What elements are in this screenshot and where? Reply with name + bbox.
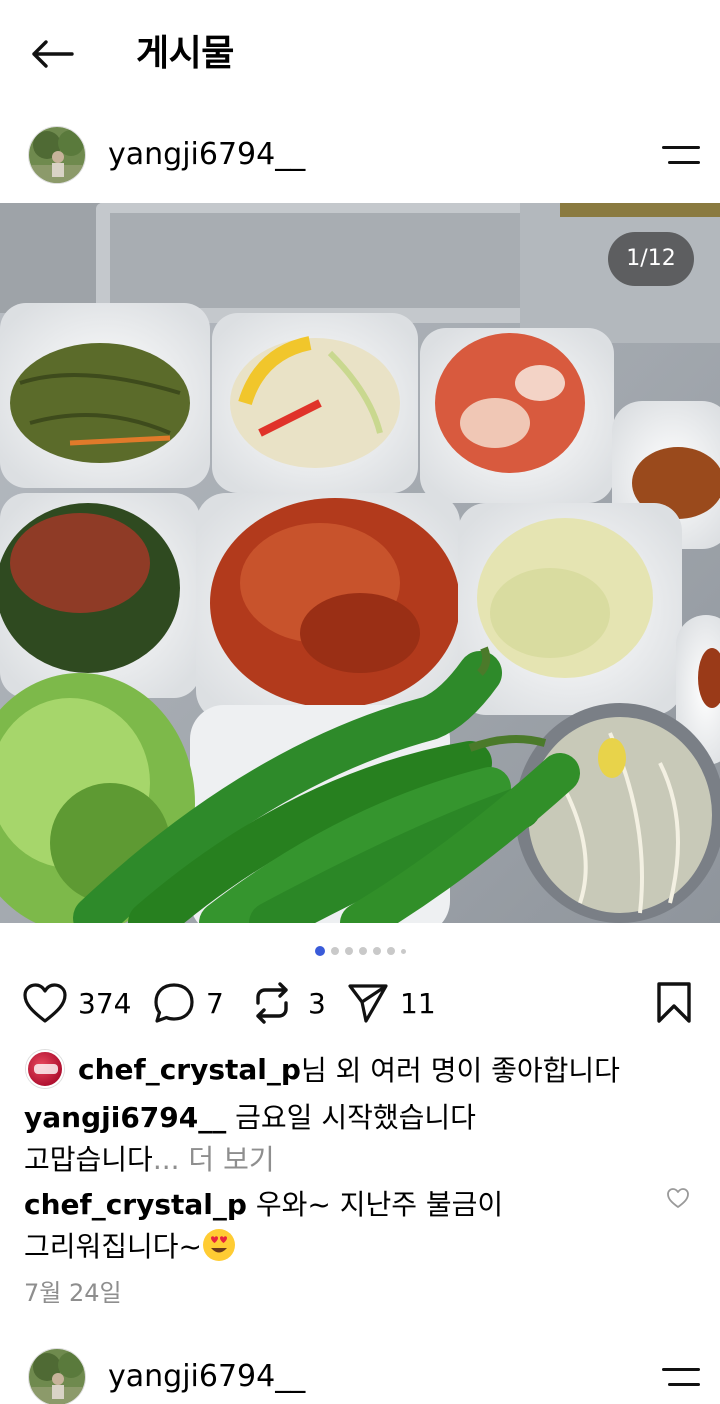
page-title: 게시물	[136, 33, 234, 74]
carousel-dot	[330, 947, 339, 955]
liker-avatar	[26, 1050, 64, 1088]
carousel-dot	[386, 947, 395, 955]
carousel-dot	[344, 947, 353, 955]
image-counter-badge: 1/12	[608, 232, 694, 286]
repost-count: 3	[308, 986, 326, 1020]
comment-icon	[154, 983, 194, 1023]
caption-username[interactable]: yangji6794__	[24, 1101, 226, 1134]
action-bar: 374 7 3 11	[0, 975, 720, 1031]
more-menu-button[interactable]	[656, 135, 700, 175]
menu-icon-line	[668, 161, 700, 164]
carousel-dot	[358, 947, 367, 955]
food-photo	[0, 203, 720, 923]
menu-icon-line	[668, 1383, 700, 1386]
next-post-header: yangji6794__	[0, 1329, 720, 1404]
liked-by-summary[interactable]: chef_crystal_p 님 외 여러 명이 좋아합니다	[26, 1047, 620, 1091]
post-image[interactable]: 1/12	[0, 203, 720, 923]
see-more-link[interactable]: 더 보기	[180, 1143, 274, 1176]
comment-preview[interactable]: chef_crystal_p 우와~ 지난주 불금이 그리워집니다~	[24, 1184, 624, 1268]
post-date: 7월 24일	[24, 1279, 122, 1307]
repost-icon	[256, 982, 288, 1024]
carousel-dot-active	[314, 946, 325, 956]
share-button[interactable]: 11	[346, 979, 436, 1027]
caption-ellipsis: ...	[152, 1143, 180, 1176]
avatar[interactable]	[28, 1348, 86, 1404]
comment-like-heart-icon[interactable]	[666, 1187, 690, 1209]
send-icon	[348, 984, 388, 1023]
post-header: yangji6794__	[0, 107, 720, 203]
liker-username[interactable]: chef_crystal_p	[78, 1053, 301, 1086]
bookmark-icon	[657, 982, 691, 1023]
share-count: 11	[400, 986, 436, 1020]
save-button[interactable]	[654, 981, 694, 1025]
comment-line-2: 그리워집니다~	[24, 1230, 203, 1263]
like-count: 374	[78, 986, 132, 1020]
carousel-dot	[372, 947, 381, 955]
comment-username[interactable]: chef_crystal_p	[24, 1188, 247, 1221]
repost-button[interactable]: 3	[252, 979, 326, 1027]
carousel-dot	[400, 948, 406, 954]
carousel-indicator	[0, 944, 720, 958]
menu-icon-line	[662, 146, 700, 149]
comment-line-1: 우와~ 지난주 불금이	[246, 1188, 504, 1221]
like-button[interactable]: 374	[22, 979, 131, 1027]
comment-count: 7	[206, 986, 224, 1020]
top-bar: 게시물	[0, 0, 720, 108]
post-username[interactable]: yangji6794__	[108, 133, 305, 177]
heart-icon	[23, 983, 67, 1023]
comment-button[interactable]: 7	[152, 979, 224, 1027]
liked-by-text: 님 외 여러 명이 좋아합니다	[300, 1054, 620, 1087]
heart-eyes-emoji-icon	[203, 1229, 236, 1261]
back-button[interactable]	[22, 26, 82, 82]
avatar[interactable]	[28, 126, 86, 184]
menu-icon-line	[662, 1368, 700, 1371]
more-menu-button[interactable]	[656, 1357, 700, 1397]
next-post-username[interactable]: yangji6794__	[108, 1355, 305, 1399]
caption-line-1: 금요일 시작했습니다	[226, 1101, 476, 1134]
arrow-left-icon	[32, 40, 74, 68]
post-caption: yangji6794__ 금요일 시작했습니다 고맙습니다... 더 보기	[24, 1097, 664, 1181]
caption-line-2: 고맙습니다	[24, 1143, 153, 1176]
